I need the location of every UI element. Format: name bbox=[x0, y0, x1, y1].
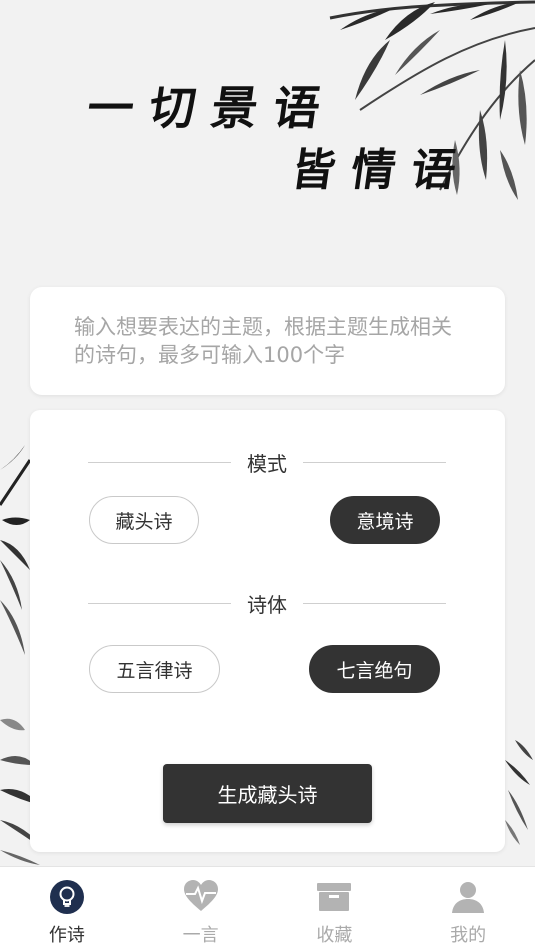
box-icon bbox=[316, 879, 352, 915]
tab-favorites[interactable]: 收藏 bbox=[268, 867, 402, 951]
tab-label: 收藏 bbox=[316, 925, 353, 946]
mode-option-yijing[interactable]: 意境诗 bbox=[330, 496, 440, 544]
form-section-header: 诗体 bbox=[88, 588, 446, 618]
tab-profile[interactable]: 我的 bbox=[401, 867, 535, 951]
theme-input[interactable] bbox=[74, 313, 461, 383]
calligraphy-line-1: 一切景语 bbox=[83, 81, 340, 135]
calligraphy-line-2: 皆情语 bbox=[287, 145, 475, 196]
tab-compose[interactable]: 作诗 bbox=[0, 867, 134, 951]
generate-button[interactable]: 生成藏头诗 bbox=[163, 764, 372, 823]
bottom-tab-bar: 作诗 一言 收藏 我的 bbox=[0, 866, 535, 951]
user-icon bbox=[450, 879, 486, 915]
heart-pulse-icon bbox=[183, 879, 219, 915]
tab-label: 作诗 bbox=[48, 925, 85, 946]
form-option-qiyan[interactable]: 七言绝句 bbox=[309, 645, 440, 693]
divider bbox=[88, 602, 231, 604]
form-title: 诗体 bbox=[247, 592, 287, 617]
divider bbox=[303, 602, 446, 604]
divider bbox=[88, 461, 231, 463]
mode-title: 模式 bbox=[247, 451, 287, 476]
form-option-wuyan[interactable]: 五言律诗 bbox=[89, 645, 220, 693]
tab-label: 一言 bbox=[182, 925, 219, 946]
lightbulb-icon bbox=[49, 879, 85, 915]
mode-section-header: 模式 bbox=[88, 447, 446, 477]
options-card: 模式 藏头诗 意境诗 诗体 五言律诗 七言绝句 生成藏头诗 bbox=[30, 410, 505, 852]
mode-option-cangtou[interactable]: 藏头诗 bbox=[89, 496, 199, 544]
divider bbox=[303, 461, 446, 463]
tab-quote[interactable]: 一言 bbox=[134, 867, 268, 951]
theme-input-card bbox=[30, 287, 505, 395]
tab-label: 我的 bbox=[450, 925, 487, 946]
